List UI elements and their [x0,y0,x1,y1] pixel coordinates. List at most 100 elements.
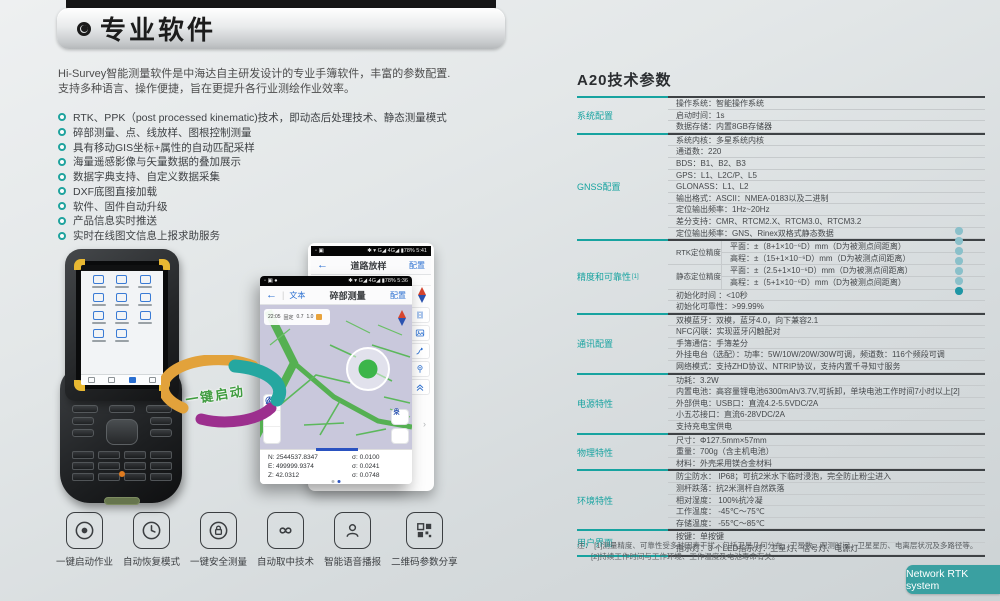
device-nav-icon[interactable] [129,377,136,383]
number-key[interactable] [150,451,172,459]
spec-category-label: GNSS配置 [577,133,668,239]
number-key[interactable] [98,451,120,459]
specs-title: A20技术参数 [577,69,672,90]
image-icon [414,327,426,339]
number-key[interactable] [124,473,146,481]
network-rtk-badge: Network RTK system [906,565,1000,594]
sigma-1: σ: 0.0100 [352,453,404,462]
dot [955,227,963,235]
number-key[interactable] [72,462,94,470]
spec-category-text: 系统配置 [577,109,613,122]
device-app-icon[interactable] [134,275,157,288]
spec-category-label: 环境特性 [577,469,668,529]
chevrons-up-icon[interactable] [410,379,430,395]
brochure-page: 专业软件 Hi-Survey智能测量软件是中海达自主研发设计的专业手簿软件，丰富… [0,0,1000,601]
lanes-icon[interactable] [410,307,430,323]
feature-item: DXF底图直接加载 [58,184,447,199]
number-key[interactable] [72,451,94,459]
spec-row: 操作系统：智能操作系统 [668,98,985,110]
bullet-circle-icon [58,187,66,195]
device-bottom-nav [81,374,163,385]
spec-sub-label: RTK定位精度 [668,241,722,264]
device-nav-icon[interactable] [88,377,95,383]
number-key[interactable] [124,451,146,459]
fn-key[interactable] [72,429,94,437]
spec-row: 外部供电：USB口：直流4.2-5.5VDC/2A [668,398,985,410]
spec-rows: RTK定位精度平面：±（8+1×10⁻⁶D）mm（D为被测点间距离）高程：±（1… [668,239,985,313]
device-app-icon[interactable] [110,275,133,288]
spec-section: 电源特性功耗：3.2W内置电池：高容量锂电池6300mAh/3.7V,可拆卸，单… [577,373,985,433]
spec-category-text: 通讯配置 [577,337,613,350]
chevrons-up-icon[interactable] [391,428,409,444]
menu-key[interactable] [72,405,98,413]
app-label-bar [138,304,152,306]
chevron-right-icon[interactable]: › [423,419,426,429]
device-app-icon[interactable] [110,311,133,324]
spec-row: 相对湿度： 100%抗冷凝 [668,495,985,507]
spec-row: 高程：±（15+1×10⁻⁶D）mm（D为被测点间距离） [722,253,985,265]
config-button[interactable]: 配置 [390,290,406,301]
number-key[interactable] [124,462,146,470]
note-line: 注： [1]测量精度、可靠性受多种因素干扰，包括卫星几何分布、卫星数、观测时间、… [577,541,977,552]
spec-row: 支持充电宝供电 [668,421,985,433]
spec-row: 功耗：3.2W [668,375,985,387]
spec-row: 输出格式：ASCII：NMEA-0183以及二进制 [668,193,985,205]
text-mode-button[interactable]: 文本 [289,290,305,301]
feature-item: 数据字典支持、自定义数据采集 [58,169,447,184]
spec-rows: 防尘防水： IP68；可抗2米水下临时浸泡，完全防止粉尘进入测杆跌落：抗2米测杆… [668,469,985,529]
one-key-start-swoosh: 一键启动 [161,355,295,433]
infinity-icon [274,519,297,542]
page-title: 专业软件 [100,10,216,47]
home-key[interactable] [109,405,135,413]
bullet-circle-icon [58,173,66,181]
coordinate-bar: N: 2544537.8347 E: 499999.9374 Z: 42.031… [260,449,412,484]
back-arrow-icon[interactable]: ← [266,290,277,301]
device-app-icon[interactable] [110,329,133,342]
spec-row: 高程：±（5+1×10⁻⁶D）mm（D为被测点间距离） [722,277,985,289]
app-glyph [93,311,104,320]
spec-section: GNSS配置系统内核：多星系统内核通道数：220BDS：B1、B2、B3GPS：… [577,133,985,239]
feature-item: 产品信息实时推送 [58,214,447,229]
device-app-icon[interactable] [87,311,110,324]
device-nav-icon[interactable] [149,377,156,383]
lock-circle-box [200,512,237,549]
device-app-icon[interactable] [110,293,133,306]
device-app-icon[interactable] [87,293,110,306]
device-app-icon[interactable] [134,311,157,324]
app-label-bar [92,304,106,306]
feature-icon-item: 自动取中技术 [257,512,314,568]
intro-line-1: Hi-Survey智能测量软件是中海达自主研发设计的专业手簿软件，丰富的参数配置… [58,67,508,82]
device-app-icon[interactable] [134,293,157,306]
device-app-icon[interactable] [87,275,110,288]
number-key[interactable] [72,473,94,481]
feature-item: 软件、固件自动升级 [58,199,447,214]
config-button[interactable]: 配置 [409,260,425,271]
number-key[interactable] [150,473,172,481]
number-key[interactable] [98,462,120,470]
pin-bulb-icon[interactable] [410,361,430,377]
app-key[interactable] [72,417,94,425]
device-app-icon[interactable] [87,329,110,342]
chip-fix: 固定 [284,314,294,321]
image-icon[interactable] [410,325,430,341]
route-icon[interactable] [410,343,430,359]
spec-section: 物理特性尺寸：Φ127.5mm×57mm重量：700g（含主机电池）材料：外壳采… [577,433,985,470]
power-key[interactable] [104,497,140,505]
spec-section: 精度和可靠性[1]RTK定位精度平面：±（8+1×10⁻⁶D）mm（D为被测点间… [577,239,985,313]
dpad-key[interactable] [106,419,138,445]
back-arrow-icon[interactable]: ← [317,260,328,271]
power-led [119,471,125,477]
feature-icon-row: 一键启动作业自动恢复模式一键安全测量自动取中技术智能语音播报二维码参数分享 [56,512,458,568]
feature-icon-item: 自动恢复模式 [123,512,180,568]
sigma-2: σ: 0.0241 [352,462,404,471]
number-key[interactable] [150,462,172,470]
spec-category-label: 通讯配置 [577,313,668,373]
spec-row: 内置电池：高容量锂电池6300mAh/3.7V,可拆卸，单块电池工作时间7小时以… [668,386,985,398]
app-label-bar [92,286,106,288]
device-nav-icon[interactable] [108,377,115,383]
number-key[interactable] [98,473,120,481]
spec-row: 平面：±（8+1×10⁻⁶D）mm（D为被测点间距离） [722,241,985,253]
progress-bar [316,448,358,451]
feature-text: 碎部测量、点、线放样、图根控制测量 [73,125,252,140]
spec-sub-items: 平面：±（2.5+1×10⁻⁶D）mm（D为被测点间距离）高程：±（5+1×10… [722,265,985,288]
